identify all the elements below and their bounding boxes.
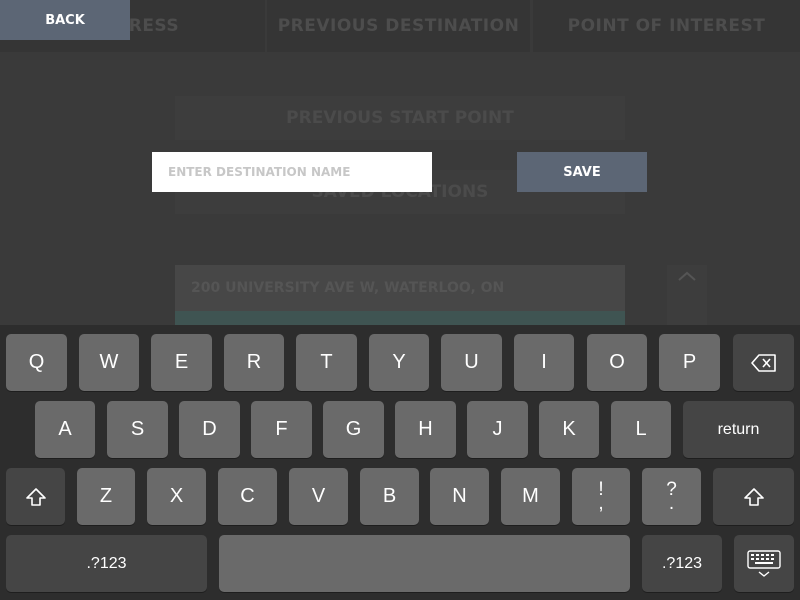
shift-icon: [743, 487, 765, 507]
tab-previous-destination[interactable]: PREVIOUS DESTINATION: [267, 0, 530, 52]
key-bottom-char: .: [668, 492, 675, 514]
key-o[interactable]: O: [587, 334, 647, 391]
key-y[interactable]: Y: [369, 334, 429, 391]
key-v[interactable]: V: [289, 468, 348, 525]
key-g[interactable]: G: [323, 401, 384, 458]
backspace-icon: [750, 353, 777, 372]
key-z[interactable]: Z: [77, 468, 135, 525]
shift-icon: [25, 487, 47, 507]
key-bottom-char: ,: [598, 492, 604, 514]
key-shift-left[interactable]: [6, 468, 65, 525]
tab-point-of-interest[interactable]: POINT OF INTEREST: [533, 0, 800, 52]
key-m[interactable]: M: [501, 468, 560, 525]
key-t[interactable]: T: [296, 334, 357, 391]
key-l[interactable]: L: [611, 401, 671, 458]
key-question-period[interactable]: ? .: [642, 468, 701, 525]
on-screen-keyboard: Q W E R T Y U I O P A S D F G H J K L re…: [0, 325, 800, 600]
address-list-item[interactable]: 200 UNIVERSITY AVE W, WATERLOO, ON: [175, 265, 625, 311]
key-w[interactable]: W: [79, 334, 139, 391]
key-b[interactable]: B: [360, 468, 419, 525]
key-r[interactable]: R: [224, 334, 284, 391]
key-p[interactable]: P: [659, 334, 720, 391]
address-list-item-highlight: [175, 311, 625, 325]
key-j[interactable]: J: [467, 401, 528, 458]
key-space[interactable]: [219, 535, 630, 592]
previous-start-point-row[interactable]: PREVIOUS START POINT: [175, 96, 625, 140]
key-backspace[interactable]: [733, 334, 794, 391]
key-q[interactable]: Q: [6, 334, 67, 391]
key-x[interactable]: X: [147, 468, 206, 525]
key-a[interactable]: A: [35, 401, 95, 458]
key-hide-keyboard[interactable]: [734, 535, 794, 592]
key-d[interactable]: D: [179, 401, 240, 458]
key-i[interactable]: I: [514, 334, 574, 391]
destination-name-input[interactable]: [152, 152, 432, 192]
key-s[interactable]: S: [107, 401, 168, 458]
save-button[interactable]: SAVE: [517, 152, 647, 192]
back-button[interactable]: BACK: [0, 0, 130, 40]
key-f[interactable]: F: [251, 401, 312, 458]
key-shift-right[interactable]: [713, 468, 794, 525]
key-n[interactable]: N: [430, 468, 489, 525]
key-h[interactable]: H: [395, 401, 456, 458]
keyboard-hide-icon: [747, 549, 781, 578]
key-u[interactable]: U: [441, 334, 502, 391]
key-k[interactable]: K: [539, 401, 599, 458]
key-c[interactable]: C: [218, 468, 277, 525]
key-exclamation-comma[interactable]: ! ,: [572, 468, 630, 525]
key-e[interactable]: E: [151, 334, 212, 391]
key-return[interactable]: return: [683, 401, 794, 458]
key-numbers-right[interactable]: .?123: [642, 535, 722, 592]
key-numbers-left[interactable]: .?123: [6, 535, 207, 592]
scroll-up-icon[interactable]: [667, 265, 707, 325]
